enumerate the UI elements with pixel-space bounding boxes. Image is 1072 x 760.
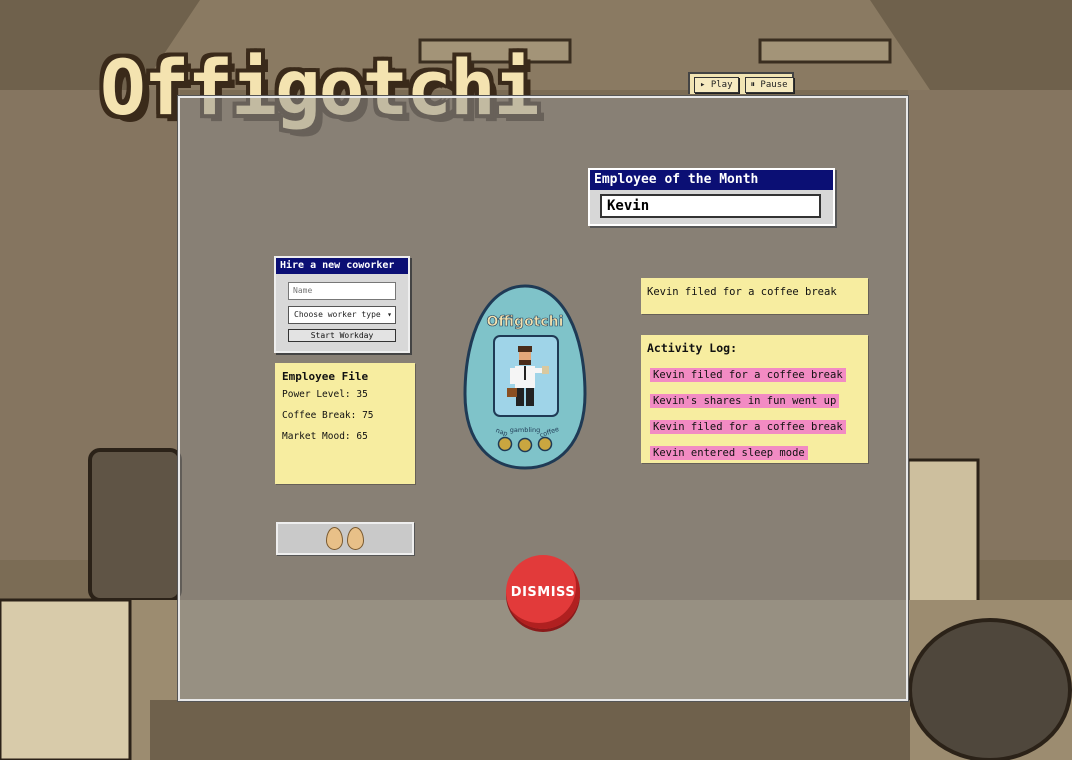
activity-log-title: Activity Log: — [647, 341, 738, 355]
employee-file-note: Employee File Power Level: 35 Coffee Bre… — [275, 363, 415, 484]
stat-coffee-break: Coffee Break: 75 — [282, 410, 374, 421]
log-item: Kevin's shares in fun went up — [650, 394, 840, 408]
employee-file-title: Employee File — [282, 370, 369, 383]
name-input[interactable]: Name — [288, 282, 396, 300]
status-note: Kevin filed for a coffee break — [641, 278, 868, 314]
log-item: Kevin entered sleep mode — [650, 446, 808, 460]
coffee-button[interactable] — [537, 436, 553, 452]
play-button[interactable]: ▸ Play — [694, 77, 739, 93]
egg-icon[interactable] — [326, 527, 343, 550]
device-brand: Offigotchi — [487, 314, 564, 330]
worker-type-selected: Choose worker type — [294, 310, 381, 319]
chevron-down-icon: ▾ — [387, 310, 392, 319]
playback-controls: ▸ Play ⏸ Pause — [688, 72, 794, 94]
gambling-button[interactable] — [517, 437, 533, 453]
employee-of-month-name: Kevin — [600, 194, 821, 218]
stat-market-mood: Market Mood: 65 — [282, 431, 368, 442]
employee-of-month-title: Employee of the Month — [590, 170, 833, 190]
log-item: Kevin filed for a coffee break — [650, 368, 846, 382]
egg-inventory — [276, 522, 414, 555]
start-workday-button[interactable]: Start Workday — [288, 329, 396, 342]
hire-coworker-window: Hire a new coworker Name Choose worker t… — [274, 256, 410, 353]
log-item: Kevin filed for a coffee break — [650, 420, 846, 434]
dismiss-button[interactable]: DISMISS — [506, 555, 580, 629]
activity-log-note: Activity Log: Kevin filed for a coffee b… — [641, 335, 868, 463]
offigotchi-device: Offigotchi nap gambling coffee — [463, 284, 587, 470]
employee-of-month-window: Employee of the Month Kevin — [588, 168, 835, 226]
egg-icon[interactable] — [347, 527, 364, 550]
hire-window-title: Hire a new coworker — [276, 258, 408, 274]
worker-type-select[interactable]: Choose worker type ▾ — [288, 306, 396, 324]
nap-button[interactable] — [497, 436, 513, 452]
pause-button[interactable]: ⏸ Pause — [744, 77, 794, 93]
gambling-label: gambling — [510, 426, 540, 434]
stat-power-level: Power Level: 35 — [282, 389, 368, 400]
